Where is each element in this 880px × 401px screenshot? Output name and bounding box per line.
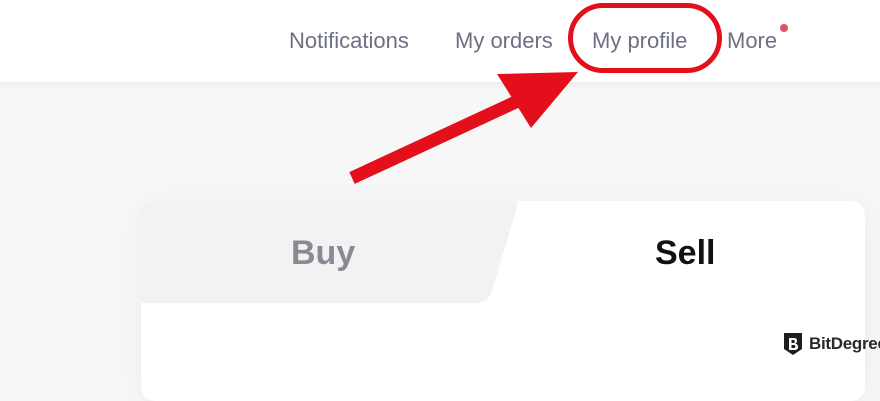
tab-background bbox=[141, 201, 518, 303]
tab-buy[interactable]: Buy bbox=[291, 233, 355, 273]
bitdegree-logo-icon bbox=[784, 333, 802, 355]
tab-sell[interactable]: Sell bbox=[655, 233, 715, 273]
watermark-text: BitDegree bbox=[809, 334, 880, 353]
buy-sell-card: Buy Sell bbox=[141, 201, 865, 401]
bitdegree-watermark: BitDegree bbox=[782, 331, 880, 357]
